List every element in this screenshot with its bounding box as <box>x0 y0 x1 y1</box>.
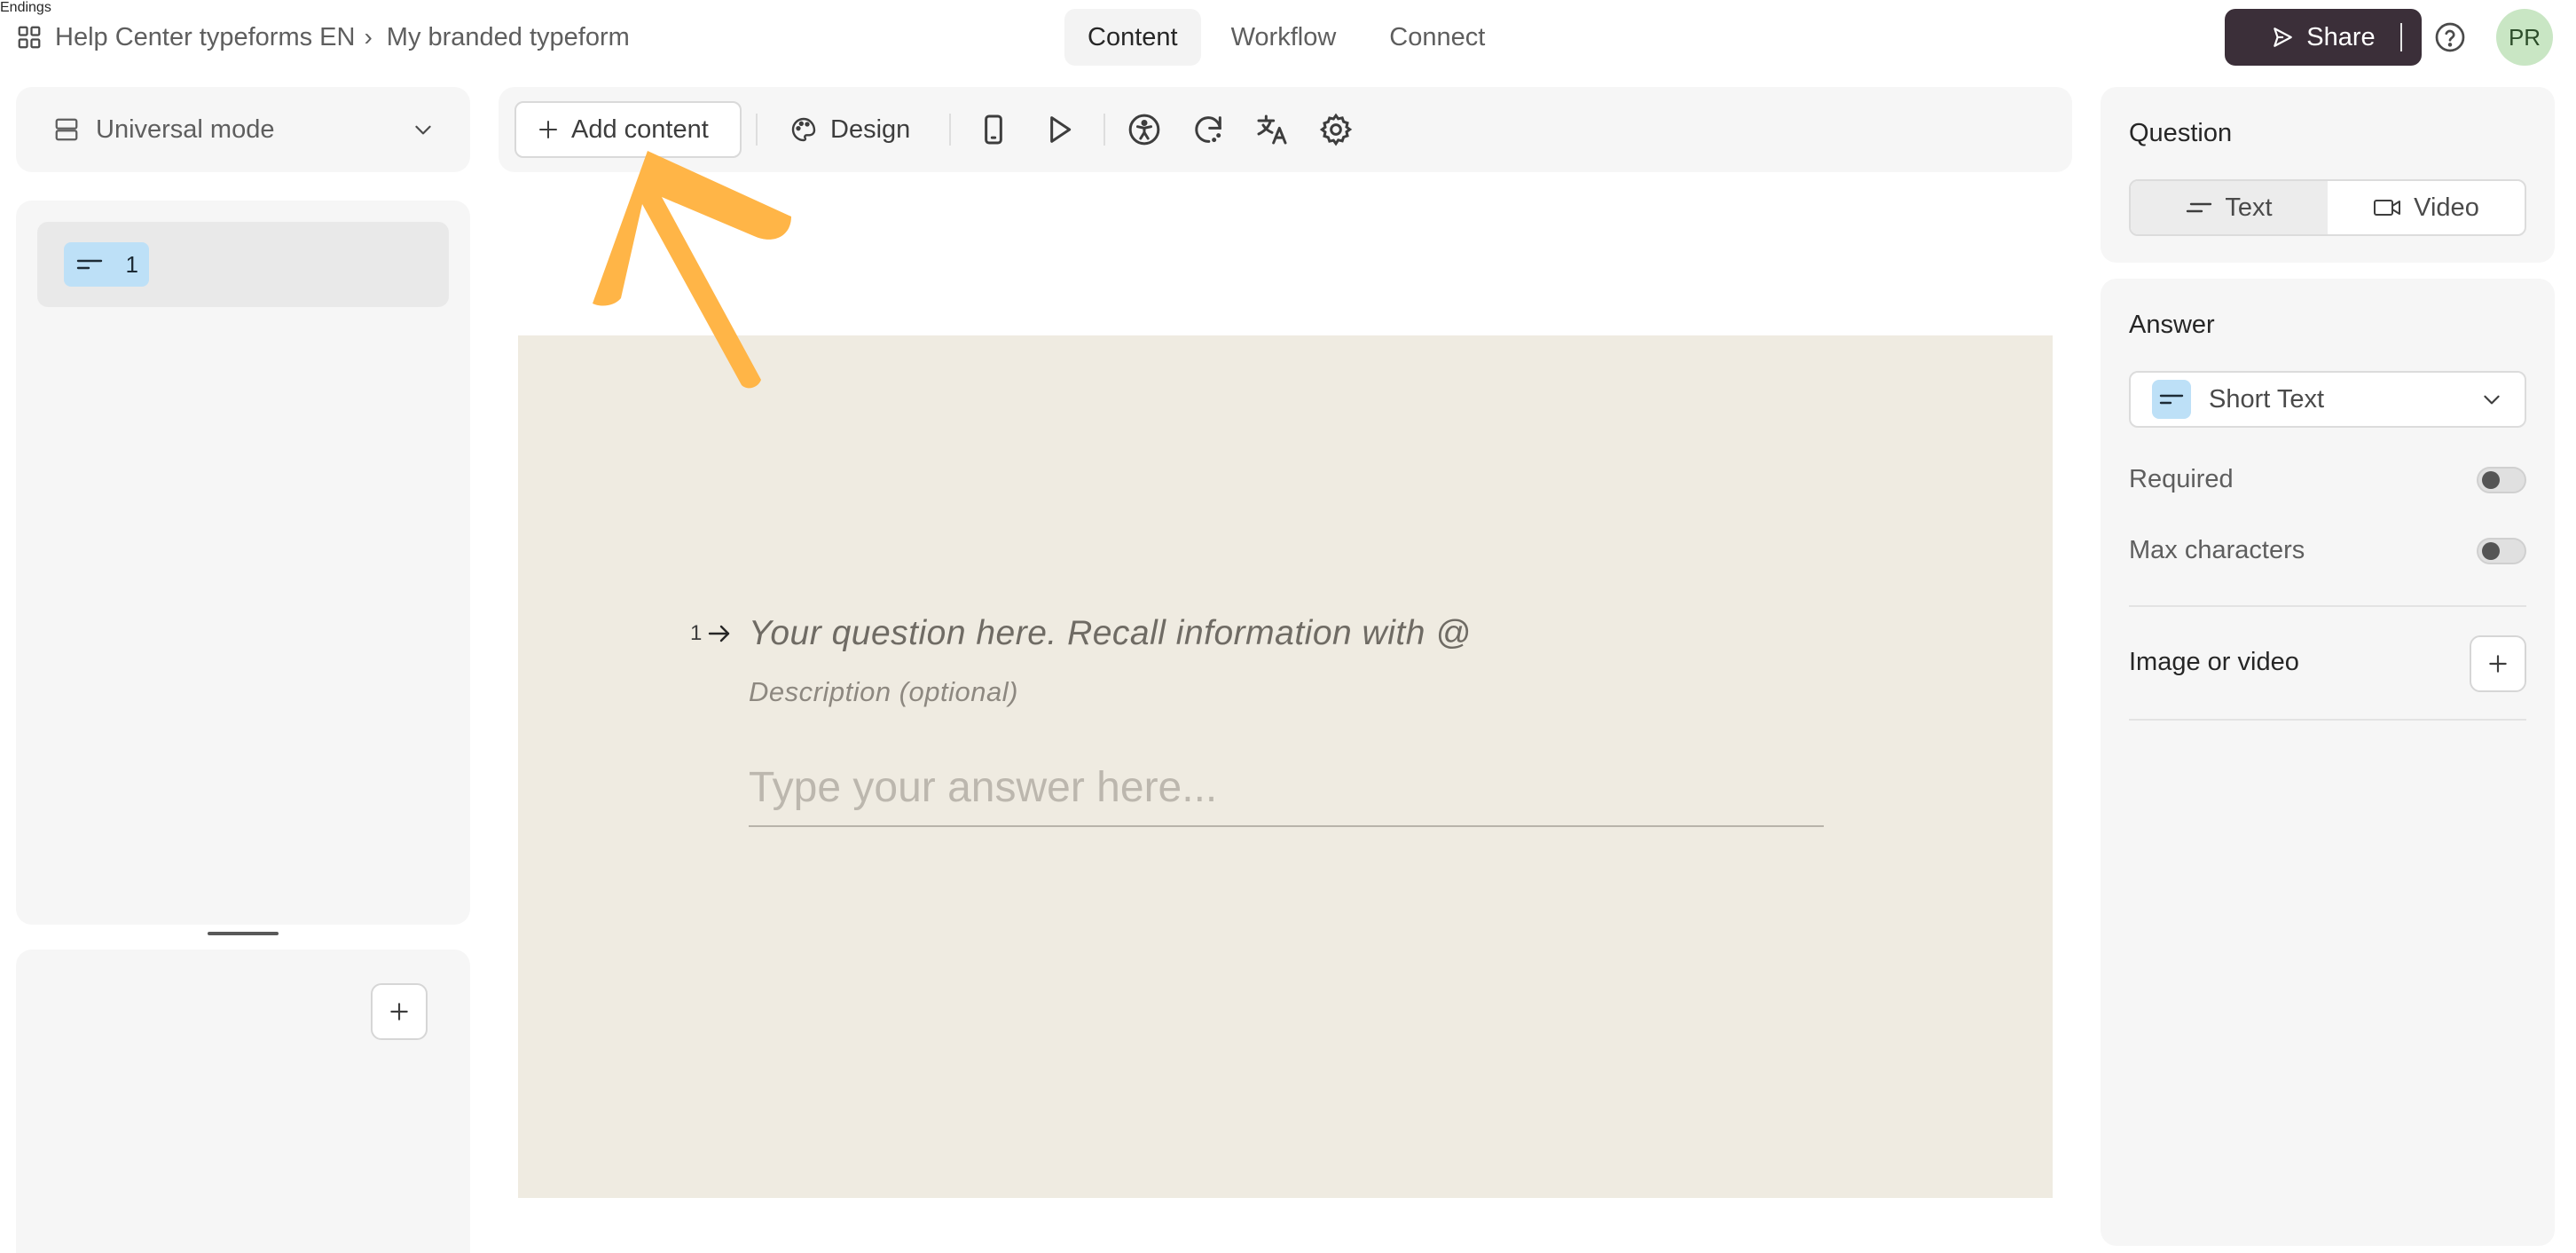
toolbar-divider <box>1103 114 1105 146</box>
play-icon[interactable] <box>1041 112 1077 147</box>
question-list: 1 <box>16 201 470 925</box>
answer-type-label: Short Text <box>2209 384 2325 414</box>
avatar[interactable]: PR <box>2496 9 2553 66</box>
plus-icon <box>390 1003 408 1021</box>
share-label: Share <box>2306 22 2376 51</box>
required-toggle[interactable] <box>2477 467 2526 493</box>
toolbar-divider <box>949 114 951 146</box>
video-icon <box>2374 200 2401 216</box>
video-option-label: Video <box>2414 193 2479 222</box>
main-tabs: Content Workflow Connect <box>1064 9 1508 66</box>
top-bar: Help Center typeforms EN › My branded ty… <box>0 0 2576 75</box>
settings-icon[interactable] <box>1318 112 1354 147</box>
text-option-label: Text <box>2225 193 2273 222</box>
add-content-label: Add content <box>571 114 709 144</box>
add-content-button[interactable]: Add content <box>514 101 742 158</box>
apps-grid-icon[interactable] <box>16 24 43 51</box>
image-or-video-label: Image or video <box>2129 648 2299 676</box>
list-item[interactable]: 1 <box>37 222 449 307</box>
divider <box>2129 719 2526 721</box>
breadcrumb-separator: › <box>364 23 373 51</box>
tab-connect[interactable]: Connect <box>1366 9 1508 66</box>
question-number-indicator: 1 <box>690 621 732 646</box>
logic-icon[interactable] <box>1190 112 1226 147</box>
plus-icon <box>2489 655 2507 673</box>
max-characters-toggle[interactable] <box>2477 538 2526 564</box>
toolbar-divider <box>756 114 758 146</box>
divider <box>2400 23 2402 51</box>
answer-preview-field: Type your answer here... <box>749 763 1824 827</box>
chevron-down-icon <box>2484 395 2500 405</box>
toggle-knob <box>2482 542 2500 560</box>
canvas-question-number: 1 <box>690 621 703 645</box>
question-badge: 1 <box>64 242 149 287</box>
breadcrumb-form-title[interactable]: My branded typeform <box>387 23 630 52</box>
breadcrumb: Help Center typeforms EN › My branded ty… <box>16 20 630 55</box>
tab-content[interactable]: Content <box>1064 9 1201 66</box>
arrow-right-icon <box>709 625 730 642</box>
answer-type-select[interactable]: Short Text <box>2129 371 2526 428</box>
chevron-down-icon <box>415 125 431 135</box>
plus-icon <box>539 121 557 138</box>
breadcrumb-workspace[interactable]: Help Center typeforms EN <box>55 23 355 52</box>
question-video-option[interactable]: Video <box>2328 181 2525 234</box>
resize-handle[interactable] <box>208 932 279 935</box>
add-ending-button[interactable] <box>371 983 428 1040</box>
palette-icon <box>791 117 816 142</box>
question-number: 1 <box>125 250 138 278</box>
share-button[interactable]: Share <box>2225 9 2422 66</box>
send-icon <box>2274 28 2293 47</box>
short-text-icon <box>2159 394 2184 405</box>
mobile-preview-icon[interactable] <box>976 112 1011 147</box>
annotation-arrow-icon <box>593 151 791 389</box>
question-type-toggle: Text Video <box>2129 179 2526 236</box>
mode-selector[interactable]: Universal mode <box>16 87 470 172</box>
translate-icon[interactable] <box>1254 112 1290 147</box>
design-button[interactable]: Design <box>789 101 910 158</box>
question-title-input[interactable]: Your question here. Recall information w… <box>749 614 1471 653</box>
divider <box>2129 605 2526 607</box>
add-media-button[interactable] <box>2470 635 2526 692</box>
question-settings-panel <box>2101 87 2555 263</box>
help-icon[interactable] <box>2434 21 2466 53</box>
question-description-input[interactable]: Description (optional) <box>749 676 1018 708</box>
mode-label: Universal mode <box>96 114 275 144</box>
layout-icon <box>55 118 78 141</box>
answer-heading: Answer <box>2129 311 2215 339</box>
short-text-badge <box>2152 380 2191 419</box>
toggle-knob <box>2482 471 2500 489</box>
question-text-option[interactable]: Text <box>2131 181 2328 234</box>
question-heading: Question <box>2129 119 2233 147</box>
required-label: Required <box>2129 465 2234 493</box>
max-characters-label: Max characters <box>2129 536 2305 564</box>
text-icon <box>2187 202 2212 213</box>
accessibility-icon[interactable] <box>1127 112 1162 147</box>
short-text-icon <box>76 259 103 270</box>
tab-workflow[interactable]: Workflow <box>1208 9 1360 66</box>
design-label: Design <box>830 114 911 144</box>
